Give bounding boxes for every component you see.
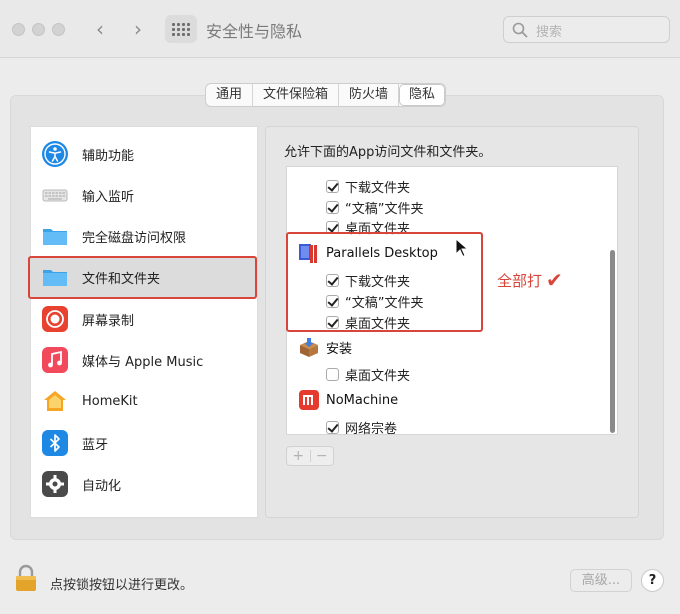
- sidebar-item-label: 自动化: [82, 478, 122, 494]
- checkbox-label: 网络宗卷: [345, 422, 398, 437]
- home-icon: [42, 388, 68, 414]
- documents-folder-checkbox[interactable]: [326, 201, 339, 214]
- add-button[interactable]: +: [287, 447, 310, 465]
- sidebar-item-full-disk-access[interactable]: 完全磁盘访问权限: [31, 216, 257, 256]
- sidebar-item-label: 文件和文件夹: [82, 271, 161, 287]
- back-chevron-icon[interactable]: ‹: [90, 15, 110, 43]
- downloads-folder-checkbox[interactable]: [326, 180, 339, 193]
- sidebar-item-label: 输入监听: [82, 189, 135, 205]
- minimize-window-button[interactable]: [32, 23, 45, 36]
- parallels-icon: [298, 242, 320, 264]
- app-row-installer: 安装: [298, 336, 352, 358]
- list-item: 网络宗卷: [326, 418, 397, 437]
- privacy-sidebar: 辅助功能 输入监听 完全磁盘访问权限 文件和文件夹 屏幕录制 媒体与 Apple…: [30, 126, 258, 518]
- folder-icon: [42, 264, 68, 290]
- list-item: 下载文件夹: [326, 177, 410, 196]
- title-bar: ‹ › 安全性与隐私 搜索: [0, 0, 680, 58]
- list-item: “文稿”文件夹: [326, 198, 423, 217]
- app-name: Parallels Desktop: [326, 245, 438, 261]
- tab-privacy[interactable]: 隐私: [399, 84, 446, 106]
- sidebar-item-media-apple-music[interactable]: 媒体与 Apple Music: [31, 340, 257, 380]
- window-title: 安全性与隐私: [206, 22, 303, 41]
- search-icon: [512, 22, 528, 38]
- show-all-grid-icon[interactable]: [165, 15, 197, 43]
- list-scrollbar-thumb[interactable]: [610, 250, 615, 433]
- folder-icon: [42, 223, 68, 249]
- app-name: NoMachine: [326, 392, 399, 408]
- sidebar-item-bluetooth[interactable]: 蓝牙: [31, 423, 257, 463]
- tab-filevault[interactable]: 文件保险箱: [253, 84, 340, 106]
- search-placeholder: 搜索: [536, 25, 563, 40]
- sidebar-item-label: 屏幕录制: [82, 313, 135, 329]
- parallels-desktop-checkbox[interactable]: [326, 316, 339, 329]
- app-row-nomachine: NoMachine: [298, 389, 398, 411]
- add-remove-control: + −: [286, 446, 334, 466]
- checkbox-label: 下载文件夹: [345, 275, 411, 290]
- sidebar-item-automation[interactable]: 自动化: [31, 464, 257, 504]
- close-window-button[interactable]: [12, 23, 25, 36]
- tab-firewall[interactable]: 防火墙: [339, 84, 400, 106]
- checkbox-label: 桌面文件夹: [345, 317, 411, 332]
- tab-bar: 通用 文件保险箱 防火墙 隐私: [205, 83, 447, 107]
- lock-icon[interactable]: [13, 563, 39, 593]
- tab-general[interactable]: 通用: [206, 84, 254, 106]
- help-button[interactable]: ?: [641, 569, 664, 592]
- installer-desktop-checkbox[interactable]: [326, 368, 339, 381]
- nomachine-network-volumes-checkbox[interactable]: [326, 421, 339, 434]
- sidebar-item-files-and-folders[interactable]: 文件和文件夹: [31, 257, 257, 297]
- parallels-downloads-checkbox[interactable]: [326, 274, 339, 287]
- app-row-parallels: Parallels Desktop: [298, 242, 438, 264]
- list-item: 桌面文件夹: [326, 313, 410, 332]
- list-item: 桌面文件夹: [326, 365, 410, 384]
- checkbox-label: 下载文件夹: [345, 181, 411, 196]
- bluetooth-icon: [42, 430, 68, 456]
- screen-record-icon: [42, 306, 68, 332]
- gear-icon: [42, 471, 68, 497]
- annotation-note: 全部打 ✔: [497, 268, 563, 292]
- list-item: 下载文件夹: [326, 271, 410, 290]
- desktop-folder-checkbox[interactable]: [326, 221, 339, 234]
- checkbox-label: 桌面文件夹: [345, 222, 411, 237]
- sidebar-item-accessibility[interactable]: 辅助功能: [31, 134, 257, 174]
- annotation-check-icon: ✔: [546, 268, 563, 292]
- sidebar-item-label: 蓝牙: [82, 437, 109, 453]
- lock-instruction: 点按锁按钮以进行更改。: [50, 578, 194, 593]
- list-item: “文稿”文件夹: [326, 292, 423, 311]
- mouse-cursor-icon: [455, 238, 469, 258]
- accessibility-icon: [42, 141, 68, 167]
- app-name: 安装: [326, 341, 353, 357]
- advanced-button[interactable]: 高级...: [570, 569, 632, 592]
- checkbox-label: “文稿”文件夹: [345, 296, 424, 311]
- annotation-text: 全部打: [497, 271, 543, 290]
- sidebar-item-label: 完全磁盘访问权限: [82, 230, 187, 246]
- preferences-window: ‹ › 安全性与隐私 搜索 通用 文件保险箱 防火墙 隐私 辅助功能 输入监听 …: [0, 0, 680, 614]
- music-icon: [42, 347, 68, 373]
- zoom-window-button[interactable]: [52, 23, 65, 36]
- sidebar-item-input-monitoring[interactable]: 输入监听: [31, 175, 257, 215]
- checkbox-label: 桌面文件夹: [345, 369, 411, 384]
- panel-heading: 允许下面的App访问文件和文件夹。: [284, 145, 492, 160]
- list-item: 桌面文件夹: [326, 218, 410, 237]
- parallels-documents-checkbox[interactable]: [326, 295, 339, 308]
- remove-button[interactable]: −: [311, 447, 334, 465]
- sidebar-item-label: 媒体与 Apple Music: [82, 354, 204, 370]
- installer-icon: [298, 336, 320, 358]
- sidebar-item-label: HomeKit: [82, 393, 138, 409]
- checkbox-label: “文稿”文件夹: [345, 202, 424, 217]
- sidebar-item-screen-recording[interactable]: 屏幕录制: [31, 299, 257, 339]
- sidebar-item-label: 辅助功能: [82, 148, 135, 164]
- sidebar-item-homekit[interactable]: HomeKit: [31, 381, 257, 421]
- keyboard-icon: [42, 182, 68, 208]
- forward-chevron-icon[interactable]: ›: [128, 15, 148, 43]
- search-field[interactable]: 搜索: [503, 16, 670, 43]
- nomachine-icon: [298, 389, 320, 411]
